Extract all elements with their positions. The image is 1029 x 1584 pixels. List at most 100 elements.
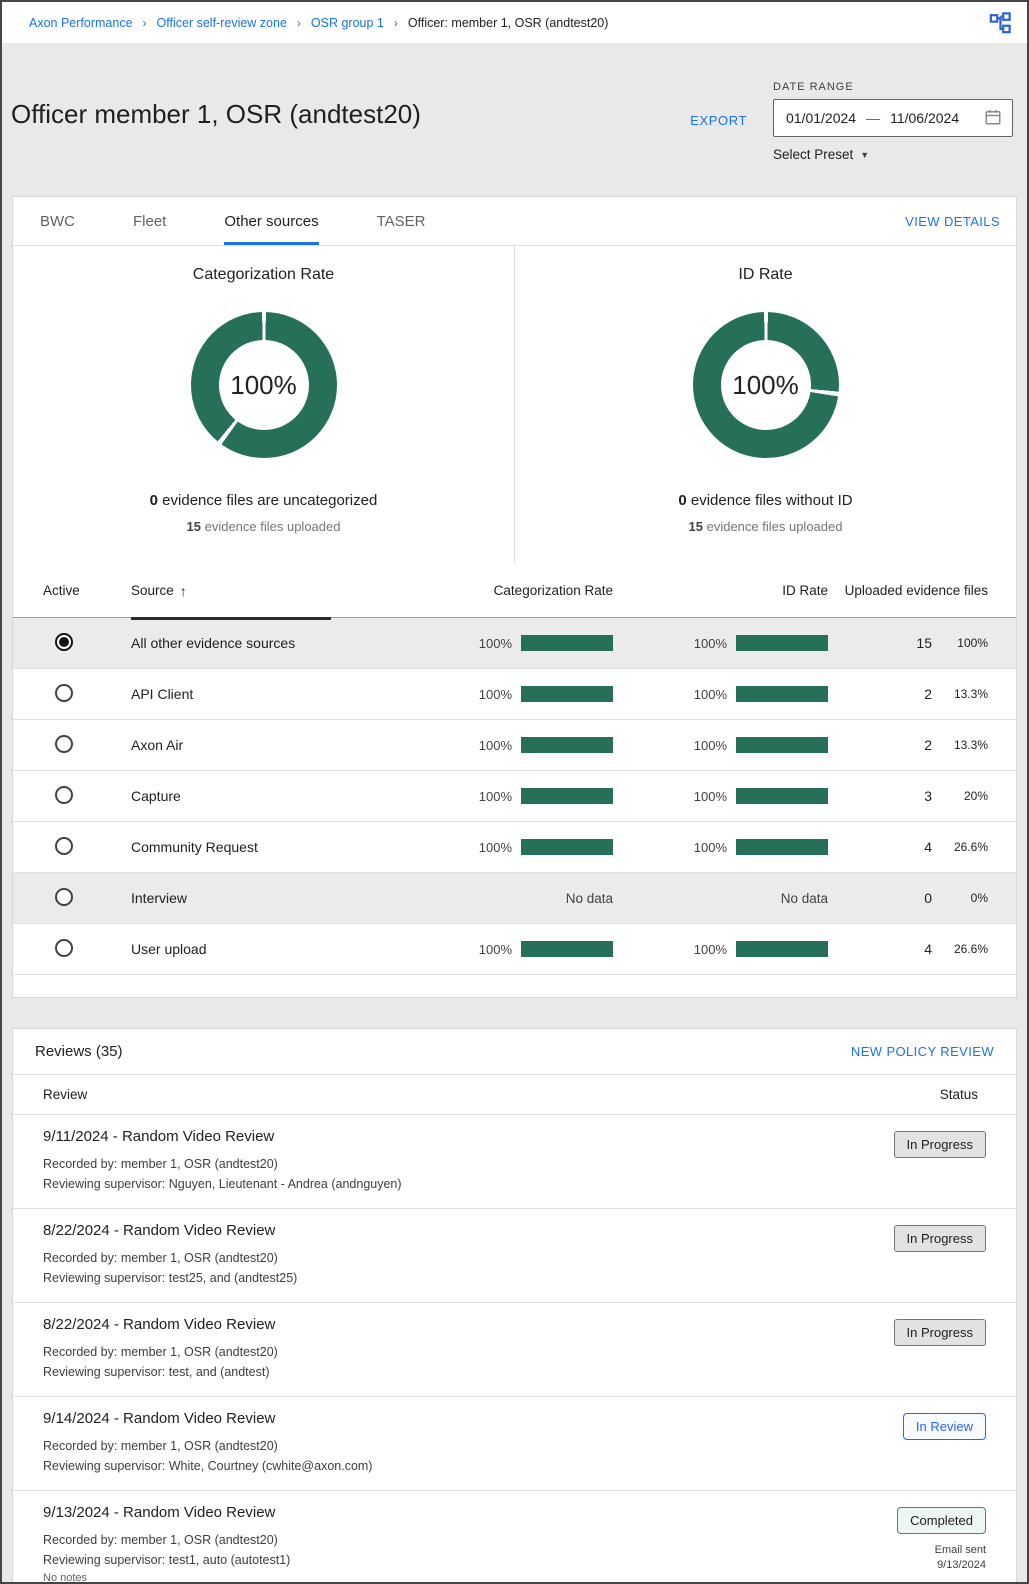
tab-bar: BWC Fleet Other sources TASER VIEW DETAI… xyxy=(13,197,1016,246)
radio-button[interactable] xyxy=(55,836,73,855)
id-rate-bar xyxy=(736,941,828,957)
date-range-block: DATE RANGE 01/01/2024 — 11/06/2024 Selec… xyxy=(773,81,1013,162)
radio-button[interactable] xyxy=(55,938,73,957)
review-recorded-by: Recorded by: member 1, OSR (andtest20) xyxy=(43,1439,278,1453)
chart-subcaption: 15 evidence files uploaded xyxy=(688,519,843,534)
review-supervisor: Reviewing supervisor: White, Courtney (c… xyxy=(43,1459,373,1473)
source-name: User upload xyxy=(131,941,207,957)
column-header-categorization-rate[interactable]: Categorization Rate xyxy=(393,583,613,598)
cat-rate-value: 100% xyxy=(478,941,512,957)
table-row[interactable]: Community Request 100% 100% 4 26.6% xyxy=(13,822,1016,873)
breadcrumb-item[interactable]: Officer self-review zone xyxy=(157,16,287,30)
date-separator: — xyxy=(866,110,881,126)
radio-button[interactable] xyxy=(55,785,73,804)
id-rate-bar xyxy=(736,635,828,651)
uploaded-files-percent: 13.3% xyxy=(953,738,988,752)
status-email-date: 9/13/2024 xyxy=(937,1559,986,1571)
review-row[interactable]: 9/11/2024 - Random Video Review Recorded… xyxy=(13,1115,1016,1209)
uploaded-files-percent: 100% xyxy=(957,636,988,650)
tab[interactable]: BWC xyxy=(40,197,75,245)
cat-rate-bar xyxy=(521,788,613,804)
id-rate-value: 100% xyxy=(693,737,727,753)
uploaded-files-count: 15 xyxy=(916,635,932,651)
table-row[interactable]: API Client 100% 100% 2 13.3% xyxy=(13,669,1016,720)
no-data-text: No data xyxy=(565,890,613,906)
chart-title: ID Rate xyxy=(738,266,793,283)
review-row[interactable]: 8/22/2024 - Random Video Review Recorded… xyxy=(13,1303,1016,1397)
page-title: Officer member 1, OSR (andtest20) xyxy=(11,99,421,129)
reviews-title: Reviews (35) xyxy=(35,1043,123,1060)
date-range-input[interactable]: 01/01/2024 — 11/06/2024 xyxy=(773,99,1013,137)
column-header-id-rate[interactable]: ID Rate xyxy=(613,583,828,598)
source-table-header: Active Source ↑ Categorization Rate ID R… xyxy=(13,564,1016,620)
export-button[interactable]: EXPORT xyxy=(690,113,747,128)
review-supervisor: Reviewing supervisor: Nguyen, Lieutenant… xyxy=(43,1177,402,1191)
breadcrumb-item[interactable]: Axon Performance xyxy=(29,16,133,30)
uploaded-files-percent: 26.6% xyxy=(953,840,988,854)
id-rate-value: 100% xyxy=(693,941,727,957)
source-name: Capture xyxy=(131,788,181,804)
cat-rate-bar xyxy=(521,635,613,651)
chevron-right-icon: › xyxy=(393,15,398,30)
table-row[interactable]: Axon Air 100% 100% 2 13.3% xyxy=(13,720,1016,771)
donut-center-value: 100% xyxy=(230,369,297,400)
radio-button[interactable] xyxy=(55,734,73,753)
chart-caption: 0 evidence files are uncategorized xyxy=(149,492,378,509)
id-rate-value: 100% xyxy=(693,635,727,651)
cat-rate-value: 100% xyxy=(478,686,512,702)
cat-rate-bar xyxy=(521,839,613,855)
column-header-uploaded-files[interactable]: Uploaded evidence files xyxy=(828,583,988,598)
breadcrumb-item[interactable]: OSR group 1 xyxy=(311,16,384,30)
charts-section: Categorization Rate 100% 0 evidence file… xyxy=(13,246,1016,564)
cat-rate-value: 100% xyxy=(478,839,512,855)
uploaded-files-percent: 20% xyxy=(963,789,988,803)
table-row[interactable]: User upload 100% 100% 4 26.6% xyxy=(13,924,1016,975)
cat-rate-value: 100% xyxy=(478,788,512,804)
tab[interactable]: TASER xyxy=(377,197,426,245)
table-row[interactable]: All other evidence sources 100% 100% 15 … xyxy=(13,618,1016,669)
review-row[interactable]: 8/22/2024 - Random Video Review Recorded… xyxy=(13,1209,1016,1303)
uploaded-files-count: 2 xyxy=(924,686,932,702)
view-details-link[interactable]: VIEW DETAILS xyxy=(905,214,1000,229)
status-badge: In Progress xyxy=(893,1131,986,1158)
table-row[interactable]: Interview No data No data 0 0% xyxy=(13,873,1016,924)
breadcrumb-item[interactable]: Officer: member 1, OSR (andtest20) xyxy=(408,16,609,30)
cat-rate-value: 100% xyxy=(478,635,512,651)
tab[interactable]: Other sources xyxy=(224,197,319,245)
source-table: Active Source ↑ Categorization Rate ID R… xyxy=(13,564,1016,997)
review-row[interactable]: 9/14/2024 - Random Video Review Recorded… xyxy=(13,1397,1016,1491)
id-rate-chart: ID Rate 100% 0 evidence files without ID… xyxy=(515,246,1016,564)
source-name: Axon Air xyxy=(131,737,184,753)
id-rate-value: 100% xyxy=(693,686,727,702)
no-data-text: No data xyxy=(780,890,828,906)
status-badge: In Progress xyxy=(893,1225,986,1252)
review-title: 9/14/2024 - Random Video Review xyxy=(43,1410,276,1427)
calendar-icon[interactable] xyxy=(984,108,1002,129)
id-rate-value: 100% xyxy=(693,788,727,804)
select-preset-dropdown[interactable]: Select Preset ▼ xyxy=(773,147,1013,162)
radio-button[interactable] xyxy=(55,683,73,702)
review-recorded-by: Recorded by: member 1, OSR (andtest20) xyxy=(43,1533,278,1547)
top-bar: Axon Performance › Officer self-review z… xyxy=(2,2,1027,43)
column-header-status: Status xyxy=(939,1087,978,1102)
column-header-source[interactable]: Source ↑ xyxy=(131,564,393,620)
id-rate-bar xyxy=(736,788,828,804)
tab[interactable]: Fleet xyxy=(133,197,166,245)
date-start-value[interactable]: 01/01/2024 xyxy=(786,110,856,126)
review-row[interactable]: 9/13/2024 - Random Video Review Recorded… xyxy=(13,1491,1016,1582)
chevron-right-icon: › xyxy=(142,15,147,30)
status-badge: In Review xyxy=(902,1413,986,1440)
id-rate-value: 100% xyxy=(693,839,727,855)
donut-chart: 100% xyxy=(190,312,337,458)
radio-button[interactable] xyxy=(55,887,73,906)
review-recorded-by: Recorded by: member 1, OSR (andtest20) xyxy=(43,1157,278,1171)
source-name: Interview xyxy=(131,890,188,906)
source-name: API Client xyxy=(131,686,194,702)
categorization-rate-chart: Categorization Rate 100% 0 evidence file… xyxy=(13,246,515,564)
radio-button[interactable] xyxy=(55,632,73,651)
new-policy-review-button[interactable]: NEW POLICY REVIEW xyxy=(851,1044,994,1059)
review-supervisor: Reviewing supervisor: test, and (andtest… xyxy=(43,1365,270,1379)
table-row[interactable]: Capture 100% 100% 3 20% xyxy=(13,771,1016,822)
org-chart-icon[interactable] xyxy=(989,11,1011,34)
date-end-value[interactable]: 11/06/2024 xyxy=(890,110,959,126)
